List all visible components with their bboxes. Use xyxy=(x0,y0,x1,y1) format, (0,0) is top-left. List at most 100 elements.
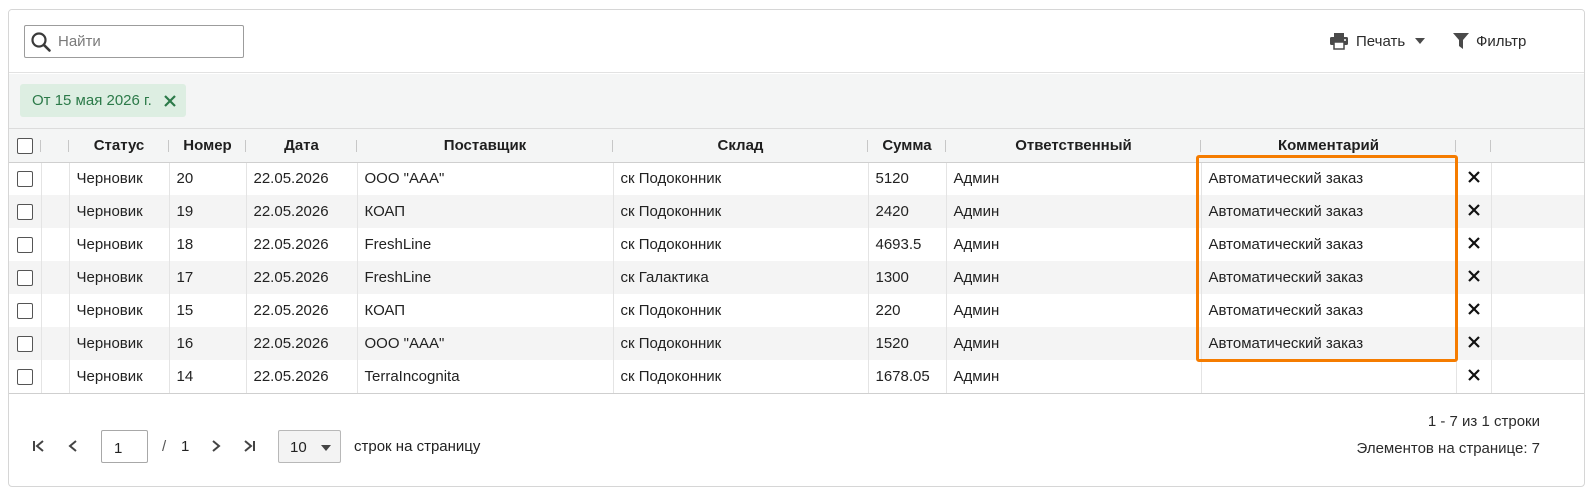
cell-supplier: КОАП xyxy=(357,294,614,327)
cell-comment: Автоматический заказ xyxy=(1201,228,1457,261)
cell-date: 22.05.2026 xyxy=(246,261,358,294)
cell-warehouse: ск Подоконник xyxy=(613,360,869,394)
row-tail xyxy=(1491,195,1584,228)
table-row[interactable]: Черновик 19 22.05.2026 КОАП ск Подоконни… xyxy=(9,195,1584,228)
row-checkbox[interactable] xyxy=(16,368,33,385)
pagination-bar: 1 / 1 10 строк на страницу 1 - 7 из 1 ст… xyxy=(9,395,1584,486)
header-responsible[interactable]: Ответственный xyxy=(946,129,1201,163)
row-checkbox[interactable] xyxy=(16,270,33,287)
prev-page-icon[interactable] xyxy=(64,437,82,455)
cell-warehouse: ск Подоконник xyxy=(613,162,869,195)
header-date[interactable]: Дата xyxy=(246,129,357,163)
cell-status: Черновик xyxy=(69,327,170,360)
delete-icon[interactable] xyxy=(1467,336,1480,348)
cell-supplier: FreshLine xyxy=(357,228,614,261)
cell-number: 17 xyxy=(169,261,247,294)
cell-number: 14 xyxy=(169,360,247,394)
header-blank xyxy=(41,129,69,163)
filter-label: Фильтр xyxy=(1476,32,1527,50)
row-blank xyxy=(41,360,70,394)
delete-icon[interactable] xyxy=(1467,270,1480,282)
cell-comment: Автоматический заказ xyxy=(1201,162,1457,195)
table-row[interactable]: Черновик 17 22.05.2026 FreshLine ск Гала… xyxy=(9,261,1584,294)
header-sum[interactable]: Сумма xyxy=(868,129,946,163)
table-row[interactable]: Черновик 20 22.05.2026 ООО "ААА" ск Подо… xyxy=(9,162,1584,195)
print-label: Печать xyxy=(1356,32,1406,50)
cell-date: 22.05.2026 xyxy=(246,228,358,261)
cell-sum: 220 xyxy=(868,294,947,327)
table-row[interactable]: Черновик 18 22.05.2026 FreshLine ск Подо… xyxy=(9,228,1584,261)
table-row[interactable]: Черновик 16 22.05.2026 ООО "ААА" ск Подо… xyxy=(9,327,1584,360)
cell-date: 22.05.2026 xyxy=(246,360,358,394)
row-blank xyxy=(41,294,70,327)
row-checkbox[interactable] xyxy=(16,303,33,320)
row-checkbox[interactable] xyxy=(16,336,33,353)
cell-responsible: Админ xyxy=(946,162,1202,195)
row-tail xyxy=(1491,327,1584,360)
date-filter-chip[interactable]: От 15 мая 2026 г. xyxy=(20,84,186,117)
row-blank xyxy=(41,228,70,261)
cell-warehouse: ск Подоконник xyxy=(613,195,869,228)
cell-supplier: КОАП xyxy=(357,195,614,228)
cell-responsible: Админ xyxy=(946,228,1202,261)
cell-date: 22.05.2026 xyxy=(246,195,358,228)
row-checkbox[interactable] xyxy=(16,237,33,254)
delete-icon[interactable] xyxy=(1467,368,1480,381)
delete-icon[interactable] xyxy=(1467,171,1480,184)
items-per-page-text: Элементов на странице: 7 xyxy=(1356,440,1540,457)
table-row[interactable]: Черновик 15 22.05.2026 КОАП ск Подоконни… xyxy=(9,294,1584,327)
cell-date: 22.05.2026 xyxy=(246,294,358,327)
select-all-cell xyxy=(9,129,41,163)
cell-responsible: Админ xyxy=(946,360,1202,394)
header-status[interactable]: Статус xyxy=(69,129,169,163)
header-number[interactable]: Номер xyxy=(169,129,246,163)
table-row[interactable]: Черновик 14 22.05.2026 TerraIncognita ск… xyxy=(9,360,1584,394)
range-text: 1 - 7 из 1 строки xyxy=(1427,413,1540,430)
cell-status: Черновик xyxy=(69,261,170,294)
select-all-checkbox[interactable] xyxy=(17,137,33,154)
cell-status: Черновик xyxy=(69,228,170,261)
cell-status: Черновик xyxy=(69,360,170,394)
cell-supplier: ООО "ААА" xyxy=(357,162,614,195)
cell-number: 15 xyxy=(169,294,247,327)
page-number-input[interactable]: 1 xyxy=(101,430,148,463)
cell-number: 19 xyxy=(169,195,247,228)
cell-supplier: FreshLine xyxy=(357,261,614,294)
cell-sum: 2420 xyxy=(868,195,947,228)
delete-icon[interactable] xyxy=(1467,303,1480,315)
header-supplier[interactable]: Поставщик xyxy=(357,129,613,163)
print-button[interactable]: Печать xyxy=(1329,30,1426,52)
last-page-icon[interactable] xyxy=(240,437,258,455)
cell-status: Черновик xyxy=(69,294,170,327)
cell-comment xyxy=(1201,360,1457,394)
delete-cell xyxy=(1456,360,1492,394)
cell-warehouse: ск Подоконник xyxy=(613,327,869,360)
next-page-icon[interactable] xyxy=(207,437,225,455)
row-checkbox-cell xyxy=(9,228,42,261)
search-input[interactable] xyxy=(58,33,228,50)
cell-comment: Автоматический заказ xyxy=(1201,195,1457,228)
page-separator: / xyxy=(162,438,167,455)
search-box[interactable] xyxy=(24,25,244,58)
header-comment[interactable]: Комментарий xyxy=(1201,129,1456,163)
orders-panel: Печать Фильтр От 15 мая 2026 г. xyxy=(8,9,1585,487)
cell-sum: 5120 xyxy=(868,162,947,195)
delete-icon[interactable] xyxy=(1467,204,1480,216)
row-checkbox[interactable] xyxy=(16,171,33,188)
filter-button[interactable]: Фильтр xyxy=(1453,30,1526,52)
first-page-icon[interactable] xyxy=(30,437,48,455)
row-checkbox[interactable] xyxy=(16,204,33,221)
page-size-value: 10 xyxy=(290,439,307,456)
printer-icon xyxy=(1330,33,1348,50)
delete-icon[interactable] xyxy=(1467,237,1480,249)
delete-cell xyxy=(1456,195,1492,228)
row-tail xyxy=(1491,228,1584,261)
close-icon[interactable] xyxy=(164,94,176,107)
cell-number: 16 xyxy=(169,327,247,360)
row-checkbox-cell xyxy=(9,195,42,228)
cell-sum: 1300 xyxy=(868,261,947,294)
header-warehouse[interactable]: Склад xyxy=(613,129,868,163)
page-size-select[interactable]: 10 xyxy=(278,430,341,463)
delete-cell xyxy=(1456,261,1492,294)
delete-cell xyxy=(1456,294,1492,327)
